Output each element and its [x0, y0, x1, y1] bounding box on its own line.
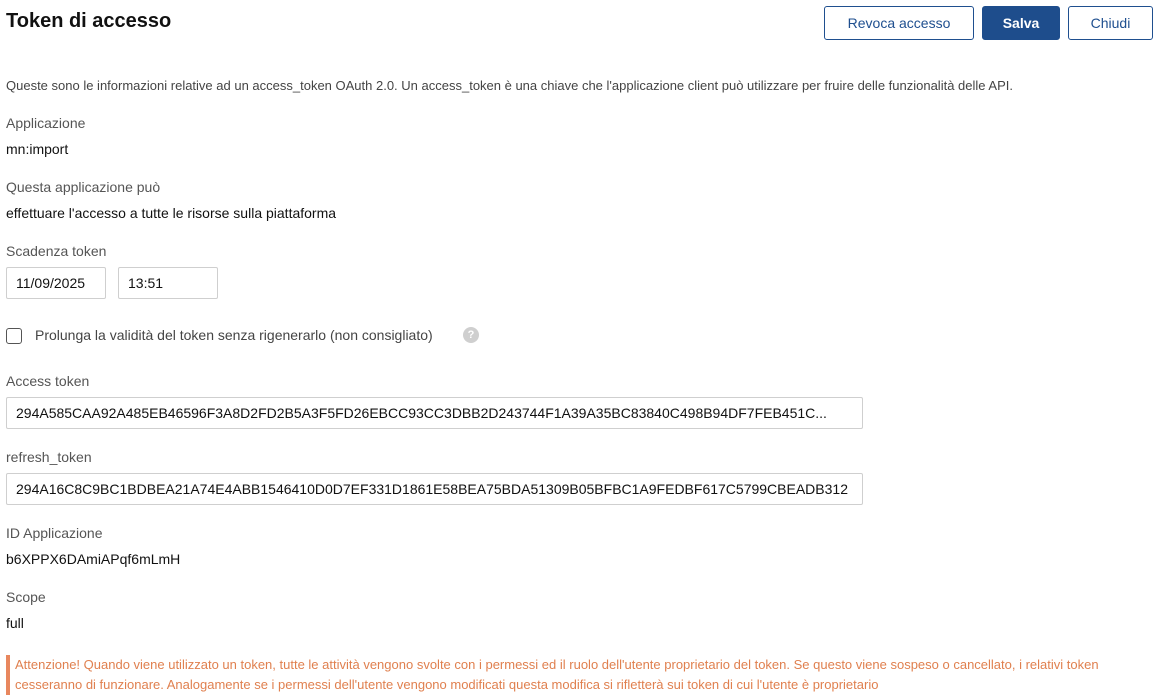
- access-token-field[interactable]: 294A585CAA92A485EB46596F3A8D2FD2B5A3F5FD…: [6, 397, 863, 429]
- expiry-date-field[interactable]: 11/09/2025: [6, 267, 106, 299]
- save-button[interactable]: Salva: [982, 6, 1060, 40]
- warning-text: Attenzione! Quando viene utilizzato un t…: [6, 655, 1146, 695]
- permissions-label: Questa applicazione può: [6, 179, 161, 195]
- question-circle-icon[interactable]: ?: [463, 327, 479, 343]
- scope-value: full: [6, 615, 24, 631]
- expiry-time-field[interactable]: 13:51: [118, 267, 218, 299]
- app-id-value: b6XPPX6DAmiAPqf6mLmH: [6, 551, 181, 567]
- page-title: Token di accesso: [6, 10, 172, 32]
- revoke-access-button[interactable]: Revoca accesso: [824, 6, 974, 40]
- app-id-label: ID Applicazione: [6, 525, 103, 541]
- application-value: mn:import: [6, 141, 69, 157]
- extend-validity-checkbox[interactable]: [6, 328, 22, 344]
- application-label: Applicazione: [6, 115, 86, 131]
- access-token-label: Access token: [6, 373, 90, 389]
- refresh-token-field[interactable]: 294A16C8C9BC1BDBEA21A74E4ABB1546410D0D7E…: [6, 473, 863, 505]
- extend-validity-label: Prolunga la validità del token senza rig…: [35, 327, 433, 343]
- scope-label: Scope: [6, 589, 46, 605]
- refresh-token-label: refresh_token: [6, 449, 92, 465]
- intro-text: Queste sono le informazioni relative ad …: [6, 78, 1013, 93]
- close-button[interactable]: Chiudi: [1068, 6, 1153, 40]
- permissions-value: effettuare l'accesso a tutte le risorse …: [6, 205, 337, 221]
- expiry-label: Scadenza token: [6, 243, 107, 259]
